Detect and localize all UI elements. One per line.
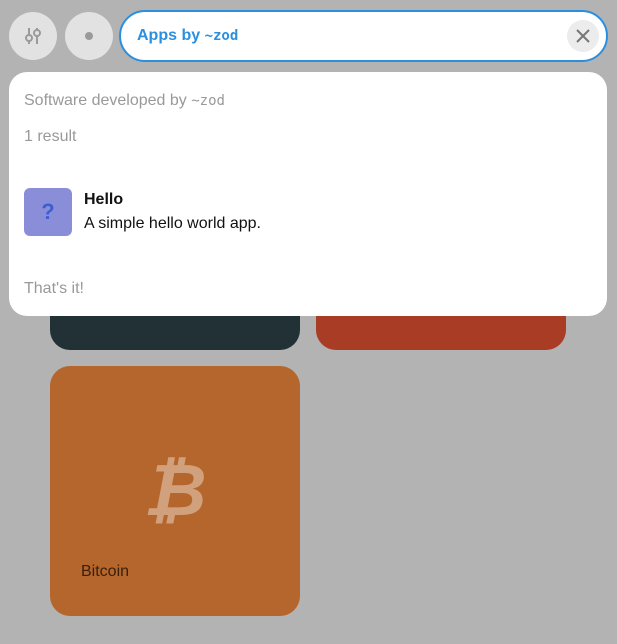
results-heading-ship: ~zod (191, 93, 225, 109)
list-item[interactable]: ? Hello A simple hello world app. (24, 187, 584, 237)
notifications-button[interactable] (65, 12, 113, 60)
settings-button[interactable] (9, 12, 57, 60)
search-prefix: Apps by (137, 27, 205, 44)
results-heading: Software developed by ~zod (24, 92, 225, 110)
results-count: 1 result (24, 128, 77, 145)
search-ship: ~zod (204, 28, 239, 44)
sliders-icon (25, 28, 41, 44)
search-input[interactable]: Apps by ~zod (119, 10, 608, 62)
clear-search-button[interactable] (567, 20, 599, 52)
results-heading-prefix: Software developed by (24, 92, 192, 109)
close-icon (576, 29, 590, 43)
dot-icon (85, 32, 93, 40)
app-title: Hello (84, 191, 124, 208)
search-query: Apps by ~zod (137, 27, 238, 45)
app-tile-label: Bitcoin (81, 563, 130, 580)
results-end-text: That's it! (24, 280, 84, 297)
search-results-panel: Software developed by ~zod 1 result ? He… (9, 72, 607, 316)
app-tile-bitcoin[interactable]: ₿ Bitcoin (50, 366, 300, 616)
app-icon: ? (24, 188, 72, 236)
app-description: A simple hello world app. (84, 215, 261, 232)
bitcoin-logo-icon: ₿ (143, 448, 207, 532)
